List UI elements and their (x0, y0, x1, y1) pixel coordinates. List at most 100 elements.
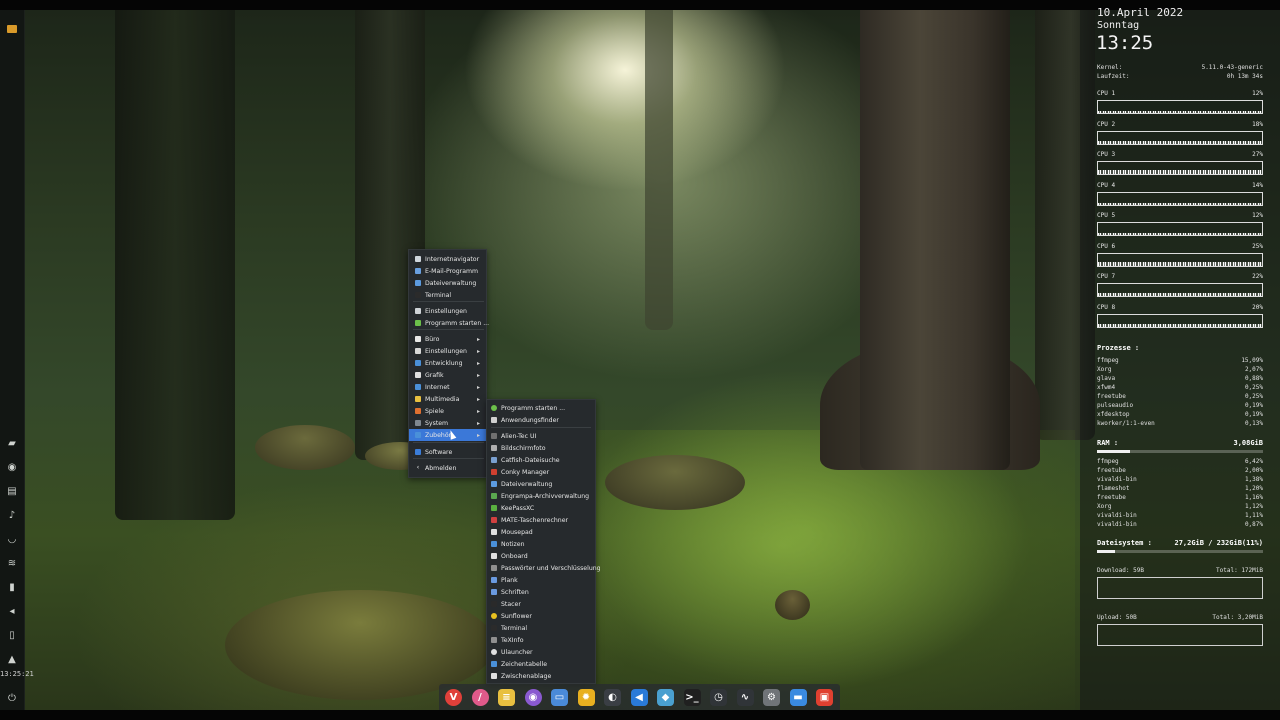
terminal-icon[interactable]: >_ (683, 689, 701, 706)
clock-icon[interactable]: ◷ (710, 689, 727, 706)
menu-item-3[interactable]: Terminal (409, 289, 486, 301)
ram-bar-fill (1097, 450, 1131, 453)
vivaldi-icon[interactable]: V (445, 689, 462, 706)
menu-item-4[interactable]: Einstellungen (409, 305, 486, 317)
submenu-item-label: Programm starten ... (501, 404, 566, 412)
process-row: glava 0,88% (1097, 375, 1263, 382)
battery-icon[interactable]: ▮ (5, 581, 19, 595)
submenu-item-label: MATE-Taschenrechner (501, 516, 569, 524)
sunflower-icon[interactable]: ✹ (577, 689, 595, 706)
menu-item-1[interactable]: E-Mail-Programm (409, 265, 486, 277)
menu-item-5[interactable]: Programm starten ... (409, 317, 490, 329)
files-icon[interactable]: ▤ (5, 485, 19, 499)
vscode-icon[interactable]: ◀ (630, 689, 648, 706)
process-name: xfdesktop (1097, 411, 1130, 418)
cpu-value: 20% (1252, 303, 1263, 311)
menu-item-16[interactable]: ‹ Abmelden (409, 462, 486, 474)
app-red-icon[interactable]: / (471, 689, 489, 706)
panel-clock[interactable]: 13:25:21 (0, 670, 34, 678)
submenu-item-10[interactable]: Mousepad (487, 526, 595, 538)
submenu-item-2[interactable]: Alien-Tec UI (487, 430, 595, 442)
clipboard-icon[interactable]: ▯ (5, 629, 19, 643)
submenu-item-3[interactable]: Bildschirmfoto (487, 442, 595, 454)
processes-header: Prozesse : (1097, 344, 1263, 352)
submenu-item-6[interactable]: Dateiverwaltung (487, 478, 595, 490)
volume-icon[interactable]: ◂ (5, 605, 19, 619)
submenu-item-19[interactable]: TeXInfo (487, 634, 595, 646)
notes-app-icon[interactable]: ≡ (498, 689, 515, 706)
files-icon[interactable]: ▭ (551, 689, 568, 706)
submenu-item-16[interactable]: Stacer (487, 598, 595, 610)
cpu-value: 14% (1252, 181, 1263, 189)
steam-icon[interactable]: ◐ (604, 689, 621, 706)
process-value: 1,20% (1244, 485, 1263, 492)
menu-item-10[interactable]: Internet ▸ (409, 381, 486, 393)
menu-item-15[interactable]: Software (409, 446, 486, 458)
submenu-item-14[interactable]: Plank (487, 574, 595, 586)
process-value: 0,25% (1244, 393, 1263, 400)
submenu-item-11[interactable]: Notizen (487, 538, 595, 550)
chevron-right-icon: ▸ (476, 359, 480, 367)
menu-item-label: Programm starten ... (425, 319, 490, 327)
folder-icon (415, 280, 421, 286)
network-icon[interactable]: ▰ (5, 437, 19, 451)
process-value: 2,00% (1244, 467, 1263, 474)
submenu-item-20[interactable]: Ulauncher (487, 646, 595, 658)
process-name: xfwm4 (1097, 384, 1116, 391)
wifi-icon[interactable]: ≋ (5, 557, 19, 571)
submenu-item-9[interactable]: MATE-Taschenrechner (487, 514, 595, 526)
headphones-icon[interactable]: ◡ (5, 533, 19, 547)
submenu-item-4[interactable]: Catfish-Dateisuche (487, 454, 595, 466)
chevron-right-icon: ▸ (476, 431, 480, 439)
settings-icon[interactable]: ⚙ (763, 689, 780, 706)
process-value: 6,42% (1244, 458, 1263, 465)
menu-item-7[interactable]: Einstellungen ▸ (409, 345, 486, 357)
podcast-icon[interactable]: ◉ (524, 689, 542, 706)
menu-item-label: Multimedia (425, 395, 460, 403)
submenu-item-1[interactable]: Anwendungsfinder (487, 414, 595, 426)
cpu-label: CPU 3 (1097, 151, 1116, 158)
cpu-label: CPU 5 (1097, 212, 1116, 219)
submenu-item-5[interactable]: Conky Manager (487, 466, 595, 478)
submenu-item-7[interactable]: Engrampa-Archivverwaltung (487, 490, 595, 502)
menu-item-12[interactable]: Spiele ▸ (409, 405, 486, 417)
process-row: freetube 2,00% (1097, 467, 1263, 474)
chevron-right-icon: ▸ (476, 419, 480, 427)
menu-item-11[interactable]: Multimedia ▸ (409, 393, 486, 405)
ulauncher-icon (491, 649, 497, 655)
submenu-item-12[interactable]: Onboard (487, 550, 595, 562)
submenu-item-18[interactable]: Terminal (487, 622, 595, 634)
menu-separator (413, 458, 484, 459)
cpu-row: CPU 6 25% (1097, 243, 1263, 250)
menu-item-8[interactable]: Entwicklung ▸ (409, 357, 486, 369)
app-menu-icon[interactable] (6, 24, 18, 34)
cpu-label: CPU 8 (1097, 303, 1116, 311)
system-monitor-icon[interactable]: ∿ (736, 689, 754, 706)
flameshot-icon[interactable]: ▣ (816, 689, 833, 706)
media-icon[interactable]: ♪ (5, 509, 19, 523)
stack-icon[interactable]: ◆ (657, 689, 674, 706)
folder-icon[interactable]: ▬ (789, 689, 807, 706)
submenu-item-17[interactable]: Sunflower (487, 610, 595, 622)
keyboard-icon (491, 553, 497, 559)
bottom-letterbox (0, 710, 1280, 720)
submenu-item-22[interactable]: Zwischenablage (487, 670, 595, 682)
power-icon[interactable]: ⏻ (5, 692, 19, 706)
terminal-icon (415, 292, 421, 298)
submenu-item-15[interactable]: Schriften (487, 586, 595, 598)
shield-icon[interactable]: ◉ (5, 461, 19, 475)
uptime-value: 0h 13m 34s (1226, 73, 1263, 80)
submenu-item-8[interactable]: KeePassXC (487, 502, 595, 514)
notification-icon[interactable]: ▲ (5, 653, 19, 667)
menu-item-0[interactable]: Internetnavigator (409, 253, 486, 265)
menu-item-13[interactable]: System ▸ (409, 417, 486, 429)
menu-item-6[interactable]: Büro ▸ (409, 333, 486, 345)
download-row: Download: 59B Total: 172MiB (1097, 567, 1263, 574)
menu-item-label: Internet (425, 383, 450, 391)
submenu-item-13[interactable]: Passwörter und Verschlüsselung (487, 562, 601, 574)
menu-item-2[interactable]: Dateiverwaltung (409, 277, 486, 289)
submenu-item-0[interactable]: Programm starten ... (487, 402, 595, 414)
menu-item-9[interactable]: Grafik ▸ (409, 369, 486, 381)
submenu-item-21[interactable]: Zeichentabelle (487, 658, 595, 670)
cpu-row: CPU 5 12% (1097, 212, 1263, 219)
